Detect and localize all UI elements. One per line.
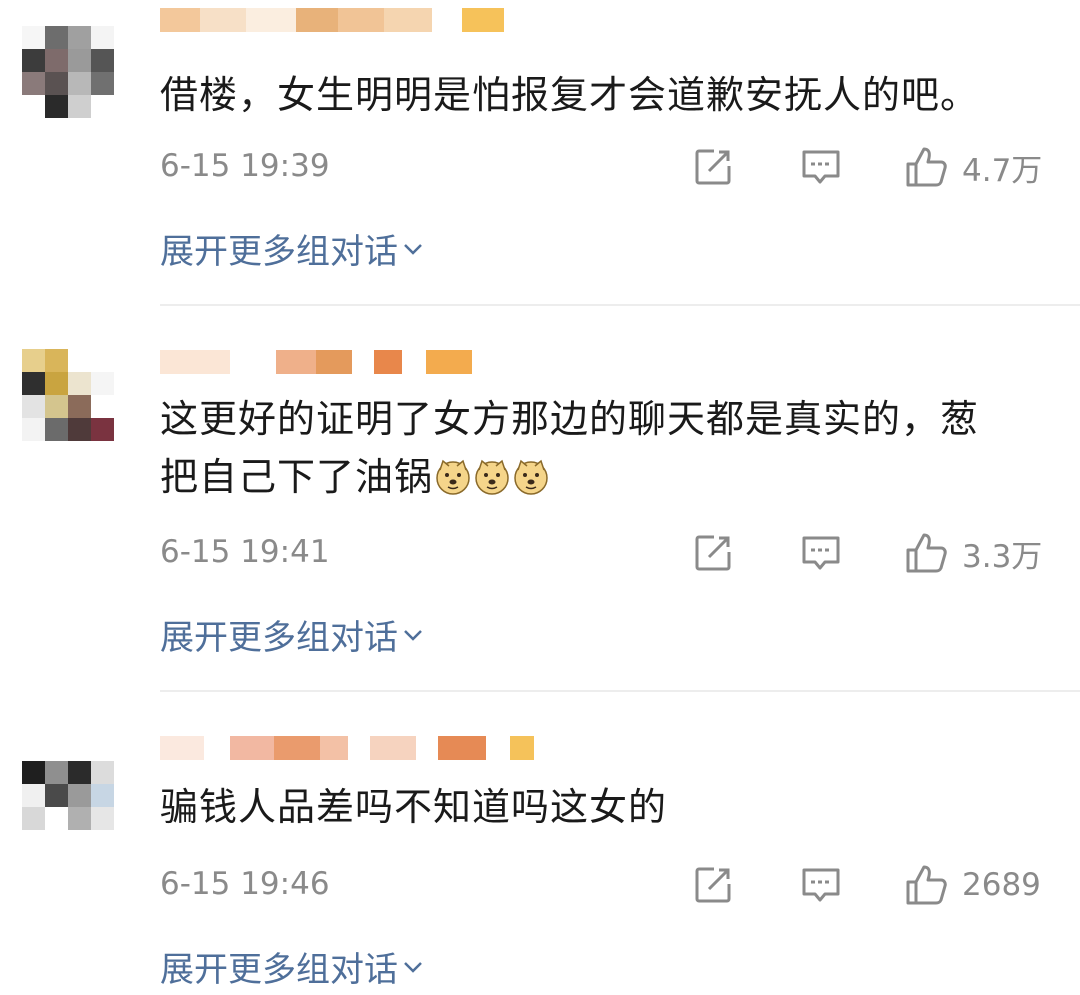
expand-label: 展开更多组对话 — [160, 232, 398, 272]
chevron-down-icon — [404, 243, 422, 255]
comment-meta: 6-15 19:46 2689 — [160, 862, 1060, 912]
comment-text-line: 这更好的证明了女方那边的聊天都是真实的，葱 — [160, 397, 980, 441]
expand-conversation-link[interactable]: 展开更多组对话 — [160, 942, 424, 991]
share-button[interactable] — [692, 862, 734, 908]
comment-text-line: 把自己下了油锅 — [160, 455, 434, 499]
share-icon — [695, 535, 731, 571]
like-count: 3.3万 — [962, 538, 1043, 575]
expand-conversation-link[interactable]: 展开更多组对话 — [160, 610, 424, 659]
expand-label: 展开更多组对话 — [160, 618, 398, 658]
thumbs-up-icon — [906, 865, 947, 905]
share-button[interactable] — [692, 530, 734, 576]
username-pixelated[interactable] — [160, 736, 534, 780]
avatar[interactable] — [22, 26, 114, 118]
comment-text: 这更好的证明了女方那边的聊天都是真实的，葱 把自己下了油锅 — [160, 390, 1060, 506]
thumbs-up-icon — [906, 147, 947, 187]
comment-icon — [802, 536, 840, 570]
doge-emoji-icon — [475, 459, 509, 495]
reply-button[interactable] — [800, 530, 842, 576]
thumbs-up-icon — [906, 533, 947, 573]
like-count: 2689 — [962, 867, 1041, 903]
share-button[interactable] — [692, 144, 734, 190]
like-count: 4.7万 — [962, 152, 1043, 189]
divider — [160, 690, 1080, 692]
username-pixelated[interactable] — [160, 8, 504, 52]
share-icon — [695, 867, 731, 903]
comment-time: 6-15 19:46 — [160, 866, 330, 902]
like-button[interactable]: 4.7万 — [904, 144, 1042, 190]
reply-button[interactable] — [800, 862, 842, 908]
comment-meta: 6-15 19:39 4.7万 — [160, 144, 1060, 194]
chevron-down-icon — [404, 629, 422, 641]
like-button[interactable]: 3.3万 — [904, 530, 1042, 576]
chevron-down-icon — [404, 961, 422, 973]
comment-text: 借楼，女生明明是怕报复才会道歉安抚人的吧。 — [160, 73, 980, 117]
comment-icon — [802, 868, 840, 902]
comment-icon — [802, 150, 840, 184]
comment-time: 6-15 19:39 — [160, 148, 330, 184]
username-pixelated[interactable] — [160, 350, 472, 394]
comment-text-line-with-emoji: 把自己下了油锅 — [160, 448, 1060, 506]
comment-time: 6-15 19:41 — [160, 534, 330, 570]
comment-list: 借楼，女生明明是怕报复才会道歉安抚人的吧。 6-15 19:39 4.7万 展开… — [0, 0, 1080, 995]
expand-conversation-link[interactable]: 展开更多组对话 — [160, 224, 424, 273]
doge-emoji-icon — [436, 459, 470, 495]
reply-button[interactable] — [800, 144, 842, 190]
comment-meta: 6-15 19:41 3.3万 — [160, 530, 1060, 580]
doge-emoji-icon — [514, 459, 548, 495]
avatar[interactable] — [22, 349, 114, 441]
divider — [160, 304, 1080, 306]
comment-text: 骗钱人品差吗不知道吗这女的 — [160, 785, 668, 829]
expand-label: 展开更多组对话 — [160, 950, 398, 990]
like-button[interactable]: 2689 — [904, 862, 1041, 908]
avatar[interactable] — [22, 738, 114, 830]
share-icon — [695, 149, 731, 185]
